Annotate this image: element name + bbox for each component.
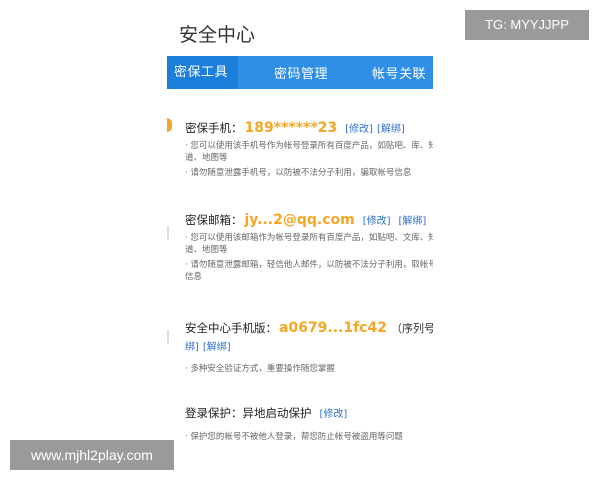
phone-value: 189******23 — [244, 120, 338, 136]
login-desc-1: · 保护您的帐号不被他人登录，帮您防止帐号被盗用等问题 — [185, 432, 403, 440]
tab-security-tools[interactable]: 密保工具 — [167, 56, 239, 89]
email-value: jy...2@qq.com — [244, 212, 355, 228]
email-unbind-link[interactable]: [解绑] — [399, 212, 427, 227]
login-label: 登录保护：异地启动保护 — [185, 406, 312, 420]
section-mobile-app: 安全中心手机版： a0679...1fc42 （序列号） [换 绑] [解绑] … — [185, 320, 433, 375]
phone-desc-1: · 您可以使用该手机号作为帐号登录所有百度产品，如贴吧、库、知道、地图等 — [185, 141, 433, 163]
app-change-link-tail[interactable]: 绑] — [185, 338, 199, 353]
tab-password-management[interactable]: 密码管理 — [274, 63, 328, 82]
tab-account-linking[interactable]: 帐号关联 — [372, 63, 426, 82]
app-desc-1: · 多种安全验证方式，重要操作随您掌握 — [185, 364, 335, 374]
section-marker — [167, 226, 169, 240]
email-desc-2: · 请勿随意泄露邮箱，轻信他人邮件，以防被不法分子利用，取帐号信息 — [185, 260, 433, 282]
app-value: a0679...1fc42 — [279, 320, 387, 336]
email-desc-1: · 您可以使用该邮箱作为帐号登录所有百度产品，如贴吧、文库、知道、地图等 — [185, 233, 433, 255]
section-security-phone: 密保手机： 189******23 [修改] [解绑] · 您可以使用该手机号作… — [185, 120, 433, 179]
email-label: 密保邮箱： — [185, 213, 243, 227]
app-unbind-link[interactable]: [解绑] — [203, 338, 231, 353]
watermark-tg: TG: MYYJJPP — [465, 10, 589, 40]
phone-unbind-link[interactable]: [解绑] — [377, 120, 405, 135]
phone-label: 密保手机： — [185, 121, 243, 135]
email-edit-link[interactable]: [修改] — [363, 212, 391, 227]
section-security-email: 密保邮箱： jy...2@qq.com [修改] [解绑] · 您可以使用该邮箱… — [185, 212, 433, 283]
app-serial-suffix: （序列号） — [390, 322, 433, 335]
page-title: 安全中心 — [179, 24, 256, 46]
watermark-site: www.mjhl2play.com — [10, 440, 174, 470]
section-marker — [167, 330, 169, 344]
login-edit-link[interactable]: [修改] — [320, 405, 348, 420]
tab-bar: 密保工具 密码管理 帐号关联 — [167, 56, 433, 89]
security-center-screen: 安全中心 密保工具 密码管理 帐号关联 密保手机： 189******23 [修… — [167, 0, 433, 440]
phone-edit-link[interactable]: [修改] — [345, 120, 373, 135]
section-login-protection: 登录保护：异地启动保护 [修改] · 保护您的帐号不被他人登录，帮您防止帐号被盗… — [185, 405, 433, 440]
section-marker — [167, 118, 172, 132]
app-label: 安全中心手机版： — [185, 321, 277, 335]
phone-desc-2: · 请勿随意泄露手机号，以防被不法分子利用，骗取帐号信息 — [185, 168, 412, 178]
